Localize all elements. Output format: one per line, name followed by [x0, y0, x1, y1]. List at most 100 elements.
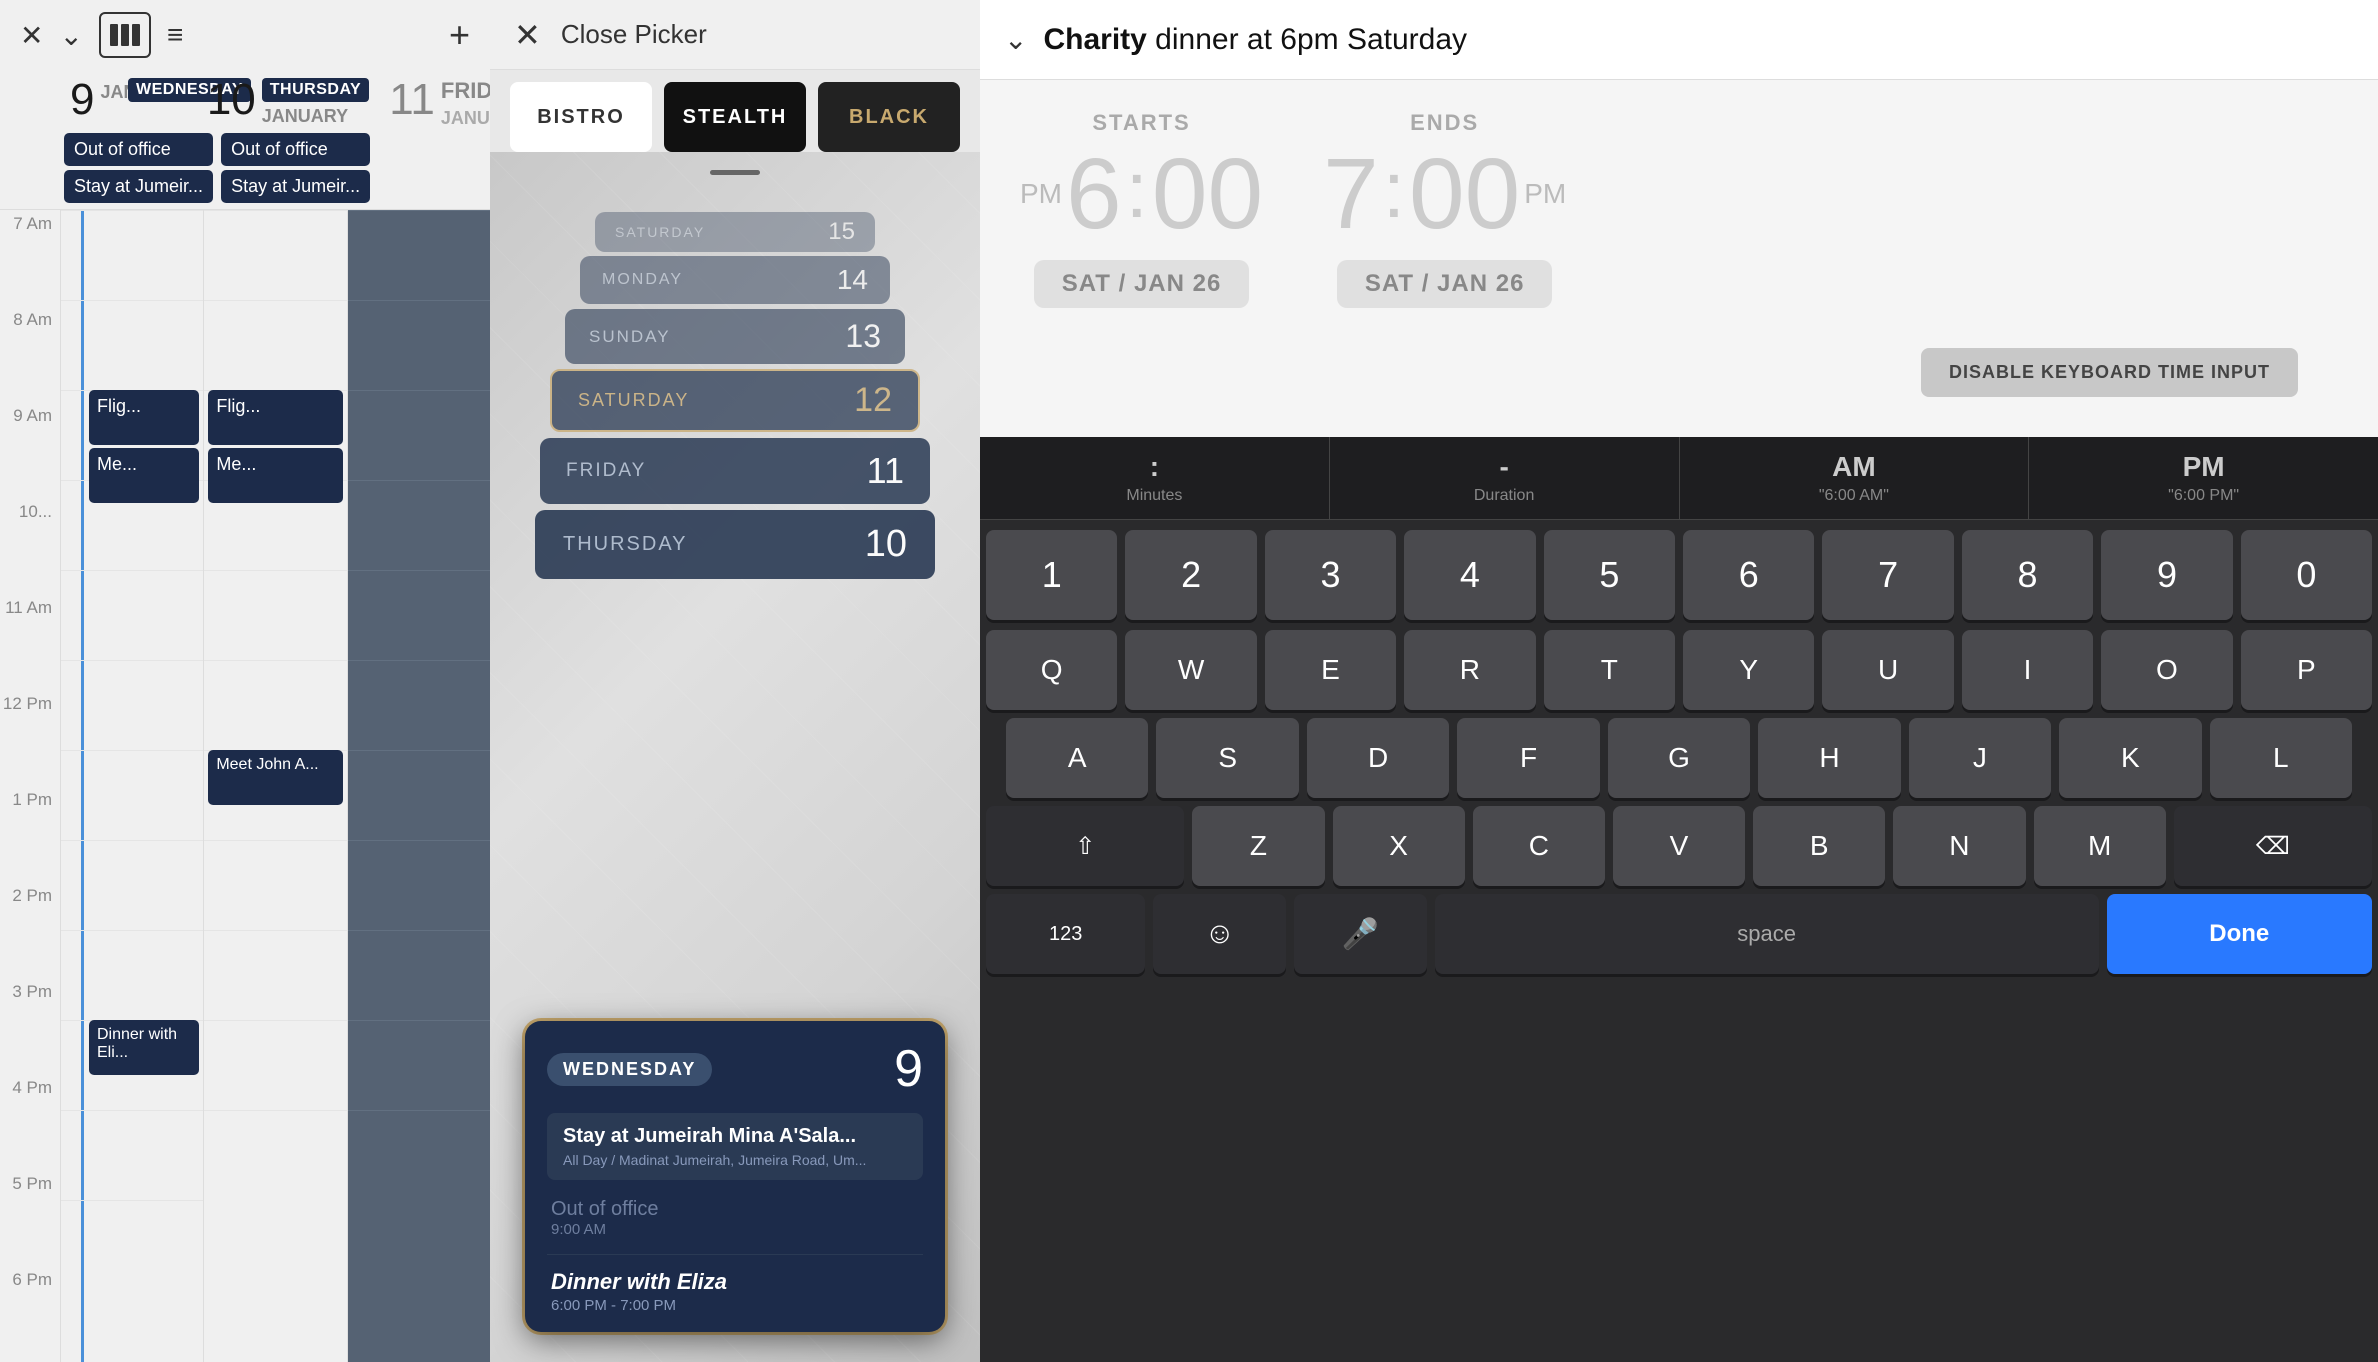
kb-key-e[interactable]: E — [1265, 630, 1396, 710]
date-card-12[interactable]: SATURDAY 12 — [550, 369, 920, 432]
disable-keyboard-button[interactable]: DISABLE KEYBOARD TIME INPUT — [1921, 348, 2298, 397]
event-detail-header: ⌄ Charity dinner at 6pm Saturday — [980, 0, 2378, 80]
oof-event-title: Out of office — [551, 1198, 919, 1221]
cal-event-meet-john[interactable]: Meet John A... — [208, 750, 342, 805]
day-badge-thu: THURSDAY — [262, 78, 369, 102]
active-card-hotel-event[interactable]: Stay at Jumeirah Mina A'Sala... All Day … — [547, 1113, 923, 1180]
card-num-12: 12 — [854, 381, 892, 420]
num-key-9[interactable]: 9 — [2101, 530, 2232, 620]
start-time-display[interactable]: PM 6 : 00 — [1020, 144, 1263, 244]
kb-key-p[interactable]: P — [2241, 630, 2372, 710]
num-key-3[interactable]: 3 — [1265, 530, 1396, 620]
hour-line — [204, 1020, 346, 1021]
day-header-row: 9 WEDNESDAY JANUARY 10 THURSDAY JANUARY … — [0, 70, 490, 133]
kb-key-123[interactable]: 123 — [986, 894, 1145, 974]
num-key-1[interactable]: 1 — [986, 530, 1117, 620]
day-col-wednesday[interactable]: 9 WEDNESDAY JANUARY — [60, 70, 197, 133]
allday-col-wed: Out of office Stay at Jumeir... — [60, 133, 217, 203]
kb-key-a[interactable]: A — [1006, 718, 1148, 798]
kb-key-s[interactable]: S — [1156, 718, 1298, 798]
num-key-2[interactable]: 2 — [1125, 530, 1256, 620]
kb-key-w[interactable]: W — [1125, 630, 1256, 710]
kb-key-x[interactable]: X — [1333, 806, 1465, 886]
allday-event-oof-thu[interactable]: Out of office — [221, 133, 370, 166]
kb-key-u[interactable]: U — [1822, 630, 1953, 710]
num-key-8[interactable]: 8 — [1962, 530, 2093, 620]
allday-event-oof-wed[interactable]: Out of office — [64, 133, 213, 166]
date-card-10[interactable]: THURSDAY 10 — [535, 510, 935, 579]
allday-event-hotel-wed[interactable]: Stay at Jumeir... — [64, 170, 213, 203]
hour-line — [61, 210, 203, 211]
active-card-oof-event[interactable]: Out of office 9:00 AM — [547, 1190, 923, 1254]
add-event-button[interactable]: + — [449, 14, 470, 56]
day-col-thursday[interactable]: 10 THURSDAY JANUARY — [197, 70, 379, 133]
kb-key-g[interactable]: G — [1608, 718, 1750, 798]
chevron-down-icon[interactable]: ⌄ — [1004, 23, 1027, 56]
kb-key-backspace[interactable]: ⌫ — [2174, 806, 2372, 886]
list-view-button[interactable]: ≡ — [167, 19, 183, 51]
cal-event-flight-wed[interactable]: Flig... — [89, 390, 199, 445]
kb-key-z[interactable]: Z — [1192, 806, 1324, 886]
kb-func-duration[interactable]: - Duration — [1330, 437, 1680, 519]
bottom-row: 123 ☺ 🎤 space Done — [980, 890, 2378, 984]
picker-3d-container[interactable]: SATURDAY 15 MONDAY 14 SUNDAY 13 SATURDAY… — [490, 152, 980, 1362]
end-date-badge[interactable]: SAT / JAN 26 — [1337, 260, 1553, 308]
kb-key-done[interactable]: Done — [2107, 894, 2372, 974]
num-key-6[interactable]: 6 — [1683, 530, 1814, 620]
kb-func-am[interactable]: AM "6:00 AM" — [1680, 437, 2030, 519]
card-day-sun-13: SUNDAY — [589, 327, 671, 347]
kb-func-minutes[interactable]: : Minutes — [980, 437, 1330, 519]
kb-key-q[interactable]: Q — [986, 630, 1117, 710]
kb-key-b[interactable]: B — [1753, 806, 1885, 886]
date-card-14[interactable]: MONDAY 14 — [580, 256, 890, 304]
cal-event-flight-thu[interactable]: Flig... — [208, 390, 342, 445]
kb-key-m[interactable]: M — [2034, 806, 2166, 886]
end-time-display[interactable]: 7 : 00 PM — [1323, 144, 1566, 244]
kb-key-space[interactable]: space — [1435, 894, 2099, 974]
start-date-badge[interactable]: SAT / JAN 26 — [1034, 260, 1250, 308]
theme-tab-stealth[interactable]: STEALTH — [664, 82, 806, 152]
kb-func-pm[interactable]: PM "6:00 PM" — [2029, 437, 2378, 519]
cal-event-meeting-wed[interactable]: Me... — [89, 448, 199, 503]
theme-tab-bistro[interactable]: BISTRO — [510, 82, 652, 152]
cal-event-dinner-wed[interactable]: Dinner with Eli... — [89, 1020, 199, 1075]
kb-key-mic[interactable]: 🎤 — [1294, 894, 1427, 974]
kb-key-v[interactable]: V — [1613, 806, 1745, 886]
kb-key-j[interactable]: J — [1909, 718, 2051, 798]
hour-line — [61, 1110, 203, 1111]
chevron-button[interactable]: ⌄ — [59, 19, 82, 52]
cal-event-meeting-thu[interactable]: Me... — [208, 448, 342, 503]
kb-key-emoji[interactable]: ☺ — [1153, 894, 1286, 974]
theme-tab-black[interactable]: BLACK — [818, 82, 960, 152]
allday-events-row: Out of office Stay at Jumeir... Out of o… — [0, 133, 490, 209]
date-card-13[interactable]: SUNDAY 13 — [565, 309, 905, 364]
kb-key-shift[interactable]: ⇧ — [986, 806, 1184, 886]
close-button[interactable]: ✕ — [20, 19, 43, 52]
num-key-0[interactable]: 0 — [2241, 530, 2372, 620]
num-key-4[interactable]: 4 — [1404, 530, 1535, 620]
kb-key-k[interactable]: K — [2059, 718, 2201, 798]
active-date-card[interactable]: WEDNESDAY 9 Stay at Jumeirah Mina A'Sala… — [525, 1021, 945, 1332]
kb-key-y[interactable]: Y — [1683, 630, 1814, 710]
hour-line — [204, 930, 346, 931]
active-card-dinner-event[interactable]: Dinner with Eliza 6:00 PM - 7:00 PM — [547, 1254, 923, 1314]
kb-key-t[interactable]: T — [1544, 630, 1675, 710]
kb-key-f[interactable]: F — [1457, 718, 1599, 798]
kb-key-i[interactable]: I — [1962, 630, 2093, 710]
kb-key-n[interactable]: N — [1893, 806, 2025, 886]
date-card-15[interactable]: SATURDAY 15 — [595, 212, 875, 252]
kb-key-o[interactable]: O — [2101, 630, 2232, 710]
allday-event-hotel-thu[interactable]: Stay at Jumeir... — [221, 170, 370, 203]
num-key-5[interactable]: 5 — [1544, 530, 1675, 620]
grid-view-button[interactable] — [99, 12, 151, 58]
kb-key-d[interactable]: D — [1307, 718, 1449, 798]
date-card-11[interactable]: FRIDAY 11 — [540, 438, 930, 504]
kb-key-l[interactable]: L — [2210, 718, 2352, 798]
picker-close-button[interactable]: ✕ — [514, 16, 541, 54]
kb-key-r[interactable]: R — [1404, 630, 1535, 710]
kb-key-c[interactable]: C — [1473, 806, 1605, 886]
hour-line — [348, 480, 490, 481]
time-8am: 8 Am — [0, 306, 60, 402]
num-key-7[interactable]: 7 — [1822, 530, 1953, 620]
kb-key-h[interactable]: H — [1758, 718, 1900, 798]
